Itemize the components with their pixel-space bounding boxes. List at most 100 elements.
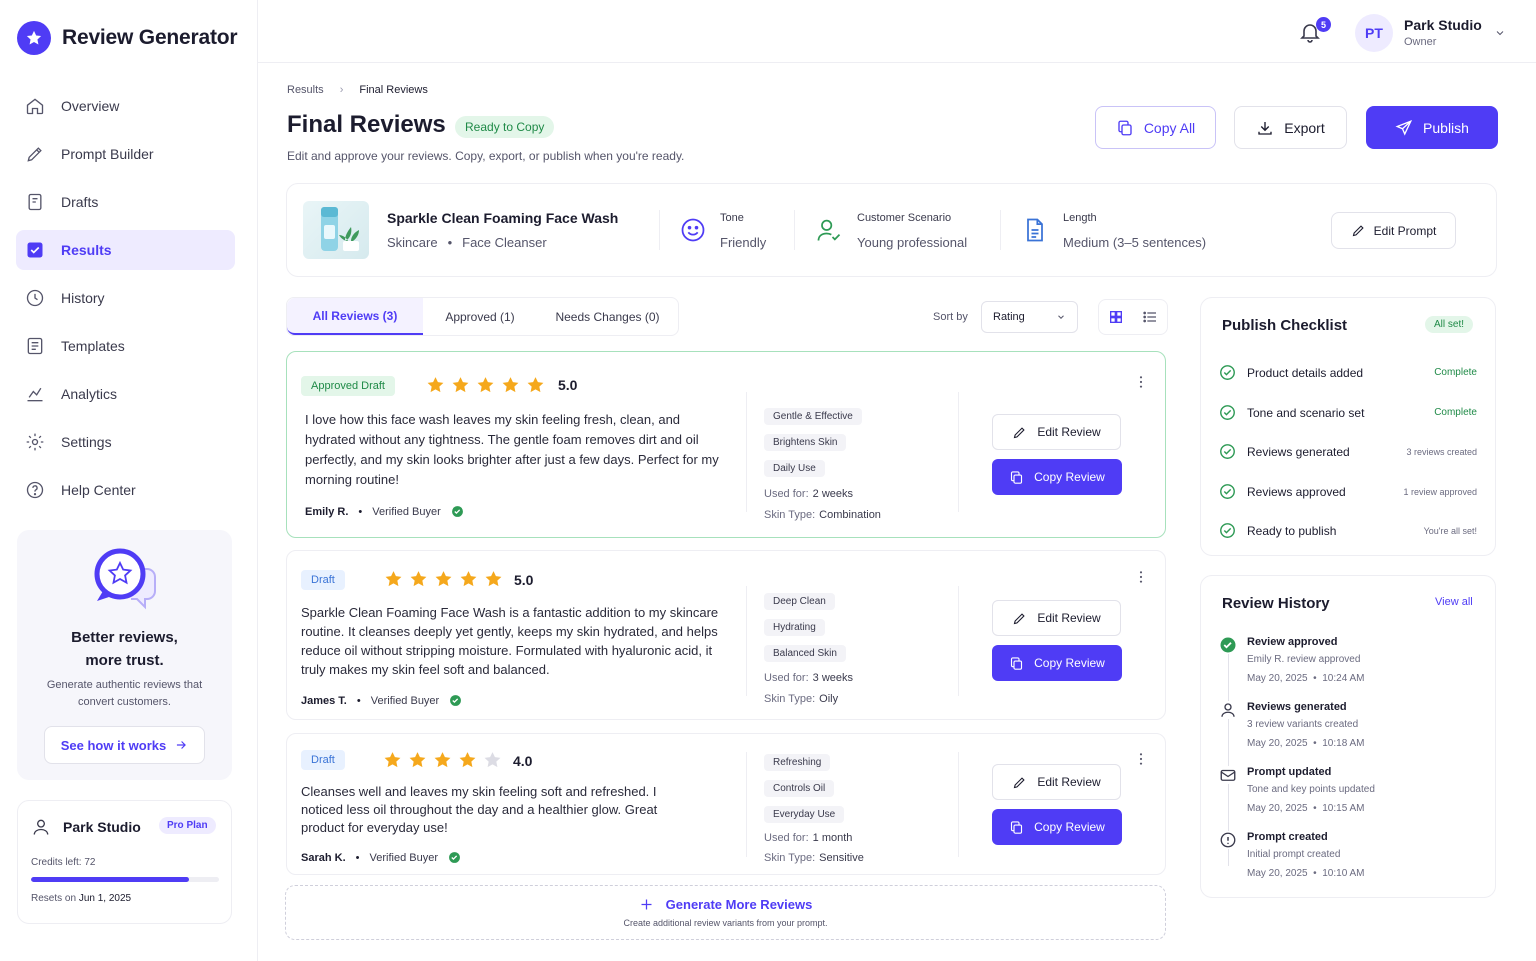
review-card: Draft 4.0 Cleanses well and leaves my sk… [286,733,1166,875]
sidebar-item-label: Drafts [61,194,99,210]
star-rating [382,750,503,770]
sidebar-item-label: Templates [61,338,125,354]
promo-subtitle: Generate authentic reviews that convert … [46,679,203,708]
review-author: Emily R. • Verified Buyer [305,505,464,518]
plus-icon [641,899,652,910]
sidebar-item-templates[interactable]: Templates [16,326,235,366]
grid-view-button[interactable] [1099,300,1133,334]
sidebar-item-settings[interactable]: Settings [16,422,235,462]
star-filled-icon [435,571,452,587]
account-card[interactable]: Park Studio Pro Plan Credits left: 72 Re… [17,800,232,924]
tag-chip: Everyday Use [764,806,845,823]
smile-icon [681,218,705,242]
app-name: Review Generator [62,26,238,49]
arrow-right-icon [177,741,187,749]
drafts-icon [28,193,42,211]
edit-review-button[interactable]: Edit Review [992,764,1121,800]
rating-value: 4.0 [513,753,533,769]
sidebar-item-analytics[interactable]: Analytics [16,374,235,414]
sidebar-item-overview[interactable]: Overview [16,86,235,126]
checklist-item-status: You're all set! [1423,525,1477,536]
copy-all-button[interactable]: Copy All [1095,106,1216,149]
verified-check-icon [451,506,463,517]
skin-type: Skin Type: Sensitive [764,852,864,864]
credits-progress-fill [31,877,189,882]
sidebar-item-label: Settings [61,434,112,450]
tab-approved[interactable]: Approved (1) [423,298,537,335]
used-for: Used for: 2 weeks [764,488,853,500]
tag-chip: Daily Use [764,460,825,477]
review-status-badge: Draft [301,750,345,770]
export-button[interactable]: Export [1234,106,1347,149]
review-card: Draft 5.0 Sparkle Clean Foaming Face Was… [286,550,1166,720]
sidebar-item-drafts[interactable]: Drafts [16,182,235,222]
copy-review-button[interactable]: Copy Review [992,459,1122,495]
sidebar-item-history[interactable]: History [16,278,235,318]
brand[interactable]: Review Generator [17,21,238,55]
tone-value: Friendly [720,235,767,250]
view-all-link[interactable]: View all [1435,596,1473,608]
review-text[interactable]: Cleanses well and leaves my skin feeling… [301,783,701,837]
sidebar-item-results[interactable]: Results [16,230,235,270]
edit-review-button[interactable]: Edit Review [992,600,1121,636]
product-summary: Sparkle Clean Foaming Face Wash Skincare… [286,183,1497,277]
review-text[interactable]: I love how this face wash leaves my skin… [305,410,731,490]
scenario-value: Young professional [857,235,968,250]
checklist-item-label: Ready to publish [1247,523,1337,538]
checklist-item-status: Complete [1434,367,1477,378]
chevron-down-icon[interactable] [1494,27,1506,39]
user-name[interactable]: Park Studio [1404,17,1482,33]
sidebar-item-help-center[interactable]: Help Center [16,470,235,510]
star-filled-icon [434,752,451,768]
generate-more-title: Generate More Reviews [286,897,1165,912]
breadcrumb-results[interactable]: Results [287,84,324,96]
more-options-icon[interactable] [1133,751,1149,767]
scenario-label: Customer Scenario [857,212,952,224]
see-how-it-works-button[interactable]: See how it works [44,726,205,764]
sidebar-item-prompt-builder[interactable]: Prompt Builder [16,134,235,174]
pencil-icon [1014,426,1025,438]
credits-progress [31,877,219,882]
more-options-icon[interactable] [1133,374,1149,390]
review-status-badge: Draft [301,570,345,590]
divider [659,210,660,250]
checklist-title: Publish Checklist [1222,317,1348,334]
credits-left: Credits left: 72 [31,857,96,868]
star-filled-icon [384,752,401,768]
pencil-icon [27,147,42,162]
page-title: Final Reviews [287,111,446,138]
chat-star-icon [93,547,159,611]
checklist-item: Product details added Complete [1219,364,1477,381]
tab-needs-changes[interactable]: Needs Changes (0) [537,298,678,335]
star-filled-icon [385,571,402,587]
checklist-item-status: 1 review approved [1403,486,1477,497]
avatar[interactable]: PT [1355,14,1393,52]
history-item-desc: 3 review variants created [1247,719,1359,730]
divider [746,752,747,857]
copy-review-button[interactable]: Copy Review [992,645,1122,681]
pencil-icon [1014,612,1025,624]
history-item-date: May 20, 2025 • 10:24 AM [1247,673,1365,684]
review-text[interactable]: Sparkle Clean Foaming Face Wash is a fan… [301,603,727,679]
copy-review-button[interactable]: Copy Review [992,809,1122,845]
generate-more-reviews-button[interactable]: Generate More Reviews Create additional … [285,885,1166,940]
download-icon [1258,121,1272,135]
more-options-icon[interactable] [1133,569,1149,585]
edit-prompt-button[interactable]: Edit Prompt [1331,212,1456,249]
checklist-item: Reviews approved 1 review approved [1219,483,1477,500]
tag-chip: Balanced Skin [764,645,846,662]
sort-select[interactable]: Rating [981,301,1078,333]
account-name: Park Studio [63,819,141,835]
list-view-button[interactable] [1133,300,1167,334]
review-author: James T. • Verified Buyer [301,694,462,707]
tab-all-reviews[interactable]: All Reviews (3) [287,298,423,335]
history-item-desc: Initial prompt created [1247,849,1341,860]
publish-button[interactable]: Publish [1366,106,1498,149]
checklist-item-label: Product details added [1247,365,1364,380]
document-icon [1027,218,1043,242]
tone-label: Tone [720,212,744,224]
rating-value: 5.0 [514,572,534,588]
history-item-desc: Tone and key points updated [1247,784,1375,795]
user-icon [33,819,49,835]
edit-review-button[interactable]: Edit Review [992,414,1121,450]
